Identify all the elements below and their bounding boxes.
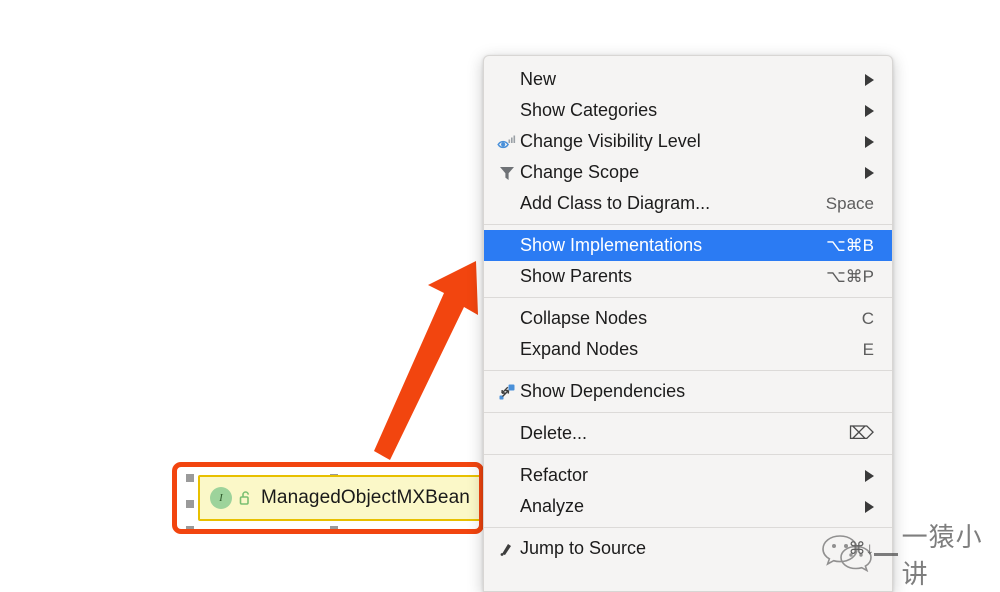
menu-separator <box>484 224 892 225</box>
menu-separator <box>484 527 892 528</box>
menu-item-label: Show Implementations <box>520 235 703 255</box>
menu-item-label: Change Scope <box>520 162 640 182</box>
funnel-filter-icon <box>494 164 520 182</box>
dependencies-diagram-icon <box>494 383 520 401</box>
menu-item-shortcut: ⌥⌘P <box>826 266 874 286</box>
menu-item-label: Analyze <box>520 496 585 516</box>
menu-item-shortcut: E <box>862 339 874 359</box>
menu-item-label: New <box>520 69 557 89</box>
menu-separator <box>484 412 892 413</box>
menu-item-label: Show Categories <box>520 100 658 120</box>
chevron-right-icon <box>865 166 874 179</box>
menu-item-delete[interactable]: Delete... ⌦ <box>484 418 892 449</box>
menu-item-label: Add Class to Diagram... <box>520 193 711 213</box>
menu-item-shortcut: C <box>861 308 874 328</box>
forward-delete-key-icon: ⌦ <box>848 423 874 443</box>
menu-item-jump-to-source[interactable]: Jump to Source ⌘↓ <box>484 533 892 564</box>
menu-item-change-scope[interactable]: Change Scope <box>484 157 892 188</box>
chevron-right-icon <box>865 73 874 86</box>
red-arrow-annotation <box>374 261 478 460</box>
menu-item-shortcut: ⌥⌘B <box>826 235 874 255</box>
menu-item-label: Collapse Nodes <box>520 308 648 328</box>
menu-item-shortcut: ⌘↓ <box>848 538 875 558</box>
menu-separator <box>484 370 892 371</box>
menu-separator <box>484 454 892 455</box>
menu-item-shortcut: Space <box>825 193 874 213</box>
menu-item-new[interactable]: New <box>484 64 892 95</box>
menu-item-label: Delete... <box>520 423 588 443</box>
menu-item-label: Show Dependencies <box>520 381 686 401</box>
menu-item-label: Jump to Source <box>520 538 647 558</box>
menu-item-collapse-nodes[interactable]: Collapse Nodes C <box>484 303 892 334</box>
chevron-right-icon <box>865 135 874 148</box>
chevron-right-icon <box>865 500 874 513</box>
menu-item-show-parents[interactable]: Show Parents ⌥⌘P <box>484 261 892 292</box>
menu-item-add-class-to-diagram[interactable]: Add Class to Diagram... Space <box>484 188 892 219</box>
menu-item-expand-nodes[interactable]: Expand Nodes E <box>484 334 892 365</box>
menu-item-change-visibility-level[interactable]: Change Visibility Level <box>484 126 892 157</box>
chevron-right-icon <box>865 104 874 117</box>
menu-separator <box>484 297 892 298</box>
menu-item-label: Refactor <box>520 465 589 485</box>
node-highlight-box <box>172 462 484 534</box>
menu-item-analyze[interactable]: Analyze <box>484 491 892 522</box>
eye-visibility-icon <box>494 133 520 151</box>
menu-item-refactor[interactable]: Refactor <box>484 460 892 491</box>
menu-item-label: Show Parents <box>520 266 633 286</box>
menu-item-show-implementations[interactable]: Show Implementations ⌥⌘B <box>484 230 892 261</box>
menu-item-label: Expand Nodes <box>520 339 639 359</box>
menu-item-show-categories[interactable]: Show Categories <box>484 95 892 126</box>
context-menu[interactable]: New Show Categories Change Visibility Le… <box>483 55 893 592</box>
menu-item-label: Change Visibility Level <box>520 131 701 151</box>
menu-item-show-dependencies[interactable]: Show Dependencies <box>484 376 892 407</box>
jump-to-source-icon <box>494 541 520 557</box>
chevron-right-icon <box>865 469 874 482</box>
class-node-container[interactable]: I ManagedObjectMXBean <box>172 462 488 534</box>
